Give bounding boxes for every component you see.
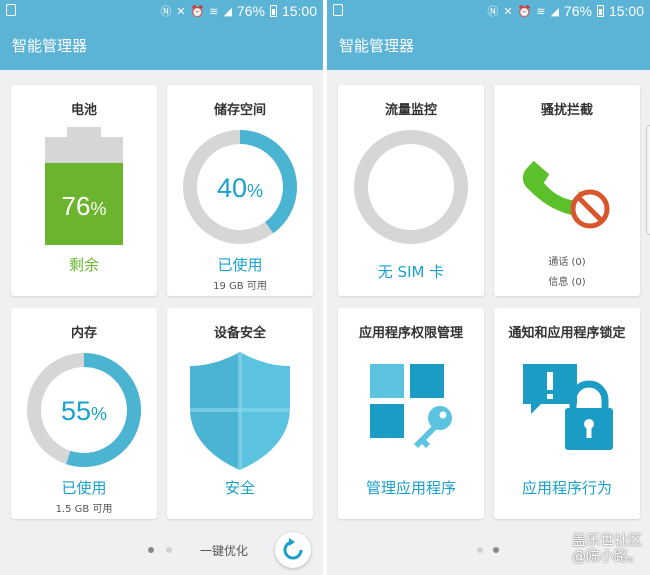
- mute-icon: ✕: [503, 4, 513, 18]
- battery-percent: 76%: [563, 3, 592, 19]
- wifi-icon: ≋: [209, 4, 219, 18]
- battery-value: 76: [62, 191, 91, 221]
- bottom-bar: 一键优化: [0, 525, 323, 575]
- watermark-line2: @陈小路。: [572, 549, 642, 565]
- watermark-line1: 盖乐世社区: [572, 533, 642, 549]
- storage-unit: %: [247, 181, 263, 201]
- screenshot-icon: [333, 4, 343, 16]
- storage-value: 40: [217, 173, 247, 203]
- left-screen: Ⓝ ✕ ⏰ ≋ ◢ 76% 15:00 智能管理器 电池 76% 剩余 储存空间…: [0, 0, 323, 575]
- memory-card[interactable]: 内存 55% 已使用 1.5 GB 可用: [11, 308, 157, 519]
- app-lock-label: 应用程序行为: [521, 479, 612, 497]
- app-lock-title: 通知和应用程序锁定: [508, 326, 626, 341]
- storage-card[interactable]: 储存空间 40% 已使用 19 GB 可用: [167, 85, 313, 296]
- blocked-call-icon: [522, 160, 610, 229]
- data-usage-ring: [354, 130, 468, 244]
- right-screen: Ⓝ ✕ ⏰ ≋ ◢ 76% 15:00 智能管理器 流量监控 无 SIM 卡 骚…: [327, 0, 650, 575]
- storage-title: 储存空间: [213, 103, 266, 118]
- memory-title: 内存: [70, 326, 97, 341]
- optimize-button[interactable]: [275, 532, 311, 568]
- signal-icon: ◢: [550, 4, 559, 18]
- security-title: 设备安全: [213, 326, 266, 341]
- page-indicator-active: [148, 547, 154, 553]
- signal-icon: ◢: [223, 4, 232, 18]
- status-bar: Ⓝ ✕ ⏰ ≋ ◢ 76% 15:00: [327, 0, 650, 22]
- bottom-bar: 盖乐世社区 @陈小路。: [327, 525, 650, 575]
- notification-lock-icon: [523, 364, 613, 450]
- battery-card[interactable]: 电池 76% 剩余: [11, 85, 157, 296]
- security-card[interactable]: 设备安全 安全: [167, 308, 313, 519]
- page-indicator: [166, 547, 172, 553]
- watermark: 盖乐世社区 @陈小路。: [572, 533, 642, 565]
- battery-percent: 76%: [236, 3, 265, 19]
- edge-handle[interactable]: [646, 125, 650, 235]
- memory-ring: 55%: [27, 353, 141, 467]
- security-label: 安全: [224, 479, 255, 497]
- nfc-icon: Ⓝ: [160, 5, 172, 18]
- battery-icon: [269, 5, 277, 17]
- battery-label: 剩余: [68, 256, 99, 274]
- storage-ring: 40%: [183, 130, 297, 244]
- data-monitor-label: 无 SIM 卡: [377, 263, 445, 281]
- app-permissions-label: 管理应用程序: [365, 479, 456, 497]
- alarm-icon: ⏰: [517, 4, 532, 18]
- app-permissions-title: 应用程序权限管理: [358, 326, 463, 341]
- battery-level-icon: 76%: [45, 127, 123, 245]
- status-bar: Ⓝ ✕ ⏰ ≋ ◢ 76% 15:00: [0, 0, 323, 22]
- page-indicator-active: [493, 547, 499, 553]
- clock: 15:00: [608, 3, 644, 19]
- app-permissions-card[interactable]: 应用程序权限管理 管理应用程序: [338, 308, 484, 519]
- screenshot-icon: [6, 4, 16, 16]
- page-indicator: [477, 547, 483, 553]
- clock: 15:00: [281, 3, 317, 19]
- svg-text:55%: 55%: [61, 396, 107, 426]
- storage-label: 已使用: [217, 256, 263, 274]
- call-block-title: 骚扰拦截: [540, 103, 593, 118]
- data-monitor-title: 流量监控: [384, 103, 437, 118]
- storage-detail: 19 GB 可用: [213, 281, 267, 292]
- app-permission-key-icon: [370, 364, 452, 448]
- svg-text:40%: 40%: [217, 173, 263, 203]
- memory-label: 已使用: [61, 479, 107, 497]
- memory-detail: 1.5 GB 可用: [55, 504, 113, 515]
- optimize-label: 一键优化: [200, 544, 249, 558]
- app-lock-card[interactable]: 通知和应用程序锁定 应用程序行为: [494, 308, 640, 519]
- shield-icon: [190, 352, 290, 470]
- memory-unit: %: [91, 404, 107, 424]
- mute-icon: ✕: [176, 4, 186, 18]
- battery-icon: [596, 5, 604, 17]
- call-block-card[interactable]: 骚扰拦截 通话 (0) 信息 (0): [494, 85, 640, 296]
- message-count: 信息 (0): [548, 277, 586, 288]
- alarm-icon: ⏰: [190, 4, 205, 18]
- app-title: 智能管理器: [0, 22, 323, 70]
- battery-unit: %: [90, 199, 106, 219]
- battery-title: 电池: [70, 103, 97, 118]
- app-title: 智能管理器: [327, 22, 650, 70]
- call-count: 通话 (0): [548, 257, 586, 268]
- wifi-icon: ≋: [536, 4, 546, 18]
- nfc-icon: Ⓝ: [487, 5, 499, 18]
- refresh-icon: [283, 538, 303, 560]
- memory-value: 55: [61, 396, 91, 426]
- data-monitor-card[interactable]: 流量监控 无 SIM 卡: [338, 85, 484, 296]
